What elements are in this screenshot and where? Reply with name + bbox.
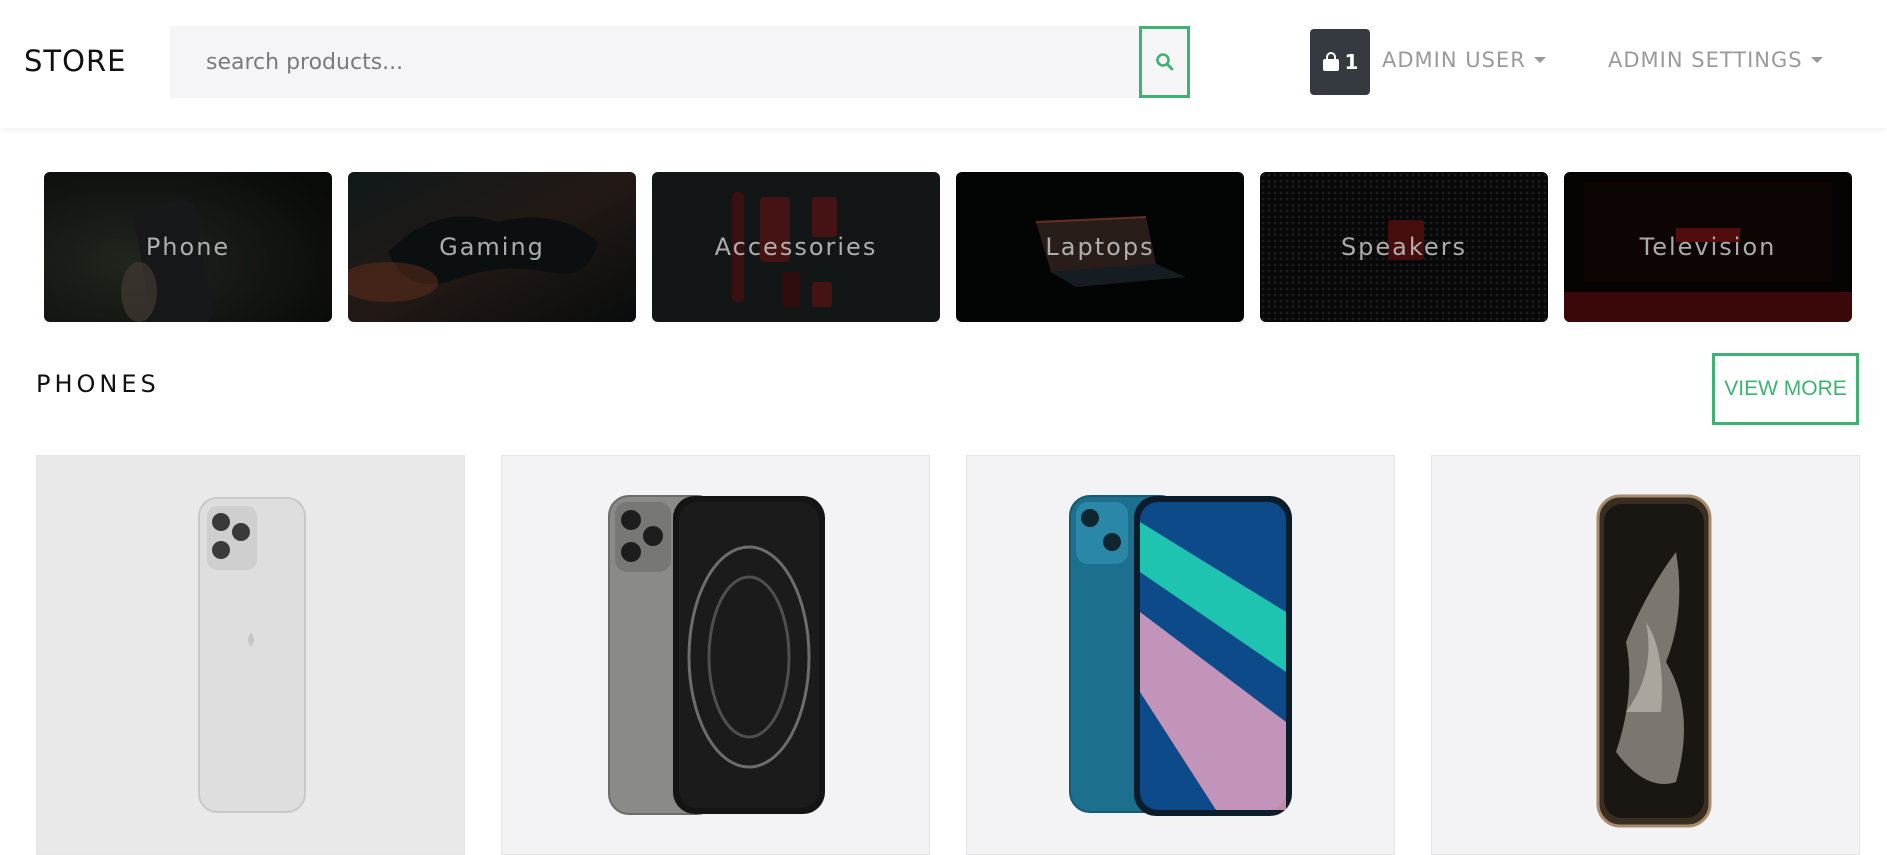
chevron-down-icon: [1533, 57, 1546, 63]
search-button[interactable]: [1139, 26, 1190, 98]
product-card[interactable]: [966, 455, 1395, 855]
store-brand[interactable]: STORE: [24, 44, 126, 78]
category-phone[interactable]: Phone: [44, 172, 332, 322]
view-more-button[interactable]: VIEW MORE: [1712, 353, 1859, 425]
category-laptops[interactable]: Laptops: [956, 172, 1244, 322]
category-gaming[interactable]: Gaming: [348, 172, 636, 322]
product-card[interactable]: [1431, 455, 1860, 855]
admin-settings-dropdown[interactable]: ADMIN SETTINGS: [1608, 48, 1823, 72]
category-label: Television: [1639, 233, 1777, 261]
category-speakers[interactable]: Speakers: [1260, 172, 1548, 322]
cart-count: 1: [1344, 50, 1359, 74]
cart-button[interactable]: 1: [1310, 29, 1370, 95]
top-navbar: STORE 1 ADMIN USER ADMIN SETTINGS: [0, 0, 1887, 128]
category-television[interactable]: Television: [1564, 172, 1852, 322]
category-label: Accessories: [714, 233, 878, 261]
category-label: Phone: [145, 233, 231, 261]
admin-user-label: ADMIN USER: [1382, 48, 1526, 72]
category-label: Laptops: [1045, 233, 1155, 261]
chevron-down-icon: [1810, 57, 1823, 63]
search-icon: [1155, 53, 1173, 71]
search-bar: [170, 26, 1190, 98]
product-grid: [36, 455, 1860, 855]
product-image-blue-phone: [1068, 495, 1292, 816]
product-card[interactable]: [501, 455, 930, 855]
section-title: PHONES: [36, 370, 160, 398]
category-strip: Phone Gaming Accessories Laptops Speaker…: [44, 172, 1852, 322]
category-accessories[interactable]: Accessories: [652, 172, 940, 322]
admin-settings-label: ADMIN SETTINGS: [1608, 48, 1803, 72]
product-card[interactable]: [36, 455, 465, 855]
admin-user-dropdown[interactable]: ADMIN USER: [1382, 48, 1546, 72]
search-input[interactable]: [170, 26, 1140, 98]
category-label: Gaming: [439, 233, 545, 261]
product-image-graphite-phone: [607, 495, 825, 815]
product-image-gold-phone: [1596, 494, 1711, 828]
shopping-bag-icon: [1322, 52, 1339, 71]
category-label: Speakers: [1340, 233, 1468, 261]
product-image-silver-phone: [197, 497, 306, 813]
